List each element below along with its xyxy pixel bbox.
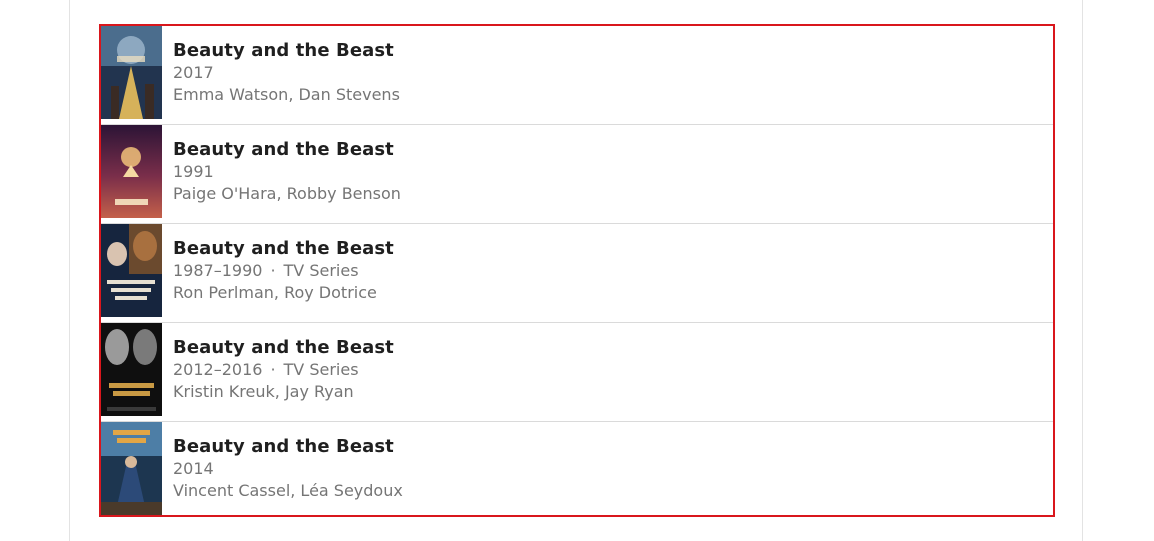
result-cast: Kristin Kreuk, Jay Ryan — [173, 382, 354, 401]
result-cast: Vincent Cassel, Léa Seydoux — [173, 481, 403, 500]
movie-poster-icon[interactable] — [101, 422, 162, 515]
result-meta: 1987–1990 · TV Series — [173, 261, 359, 280]
result-title[interactable]: Beauty and the Beast — [173, 436, 403, 458]
movie-poster-icon[interactable] — [101, 125, 162, 218]
result-year: 1991 — [173, 162, 214, 181]
result-item[interactable]: Beauty and the Beast 2012–2016 · TV Series… — [101, 323, 1053, 422]
result-cast: Paige O'Hara, Robby Benson — [173, 184, 401, 203]
movie-poster-icon[interactable] — [101, 26, 162, 119]
tv-poster-icon[interactable] — [101, 323, 162, 416]
result-title[interactable]: Beauty and the Beast — [173, 238, 394, 260]
result-cast: Emma Watson, Dan Stevens — [173, 85, 400, 104]
result-meta: 2012–2016 · TV Series — [173, 360, 359, 379]
result-year: 2017 — [173, 63, 214, 82]
result-title[interactable]: Beauty and the Beast — [173, 139, 401, 161]
result-title[interactable]: Beauty and the Beast — [173, 337, 394, 359]
result-item[interactable]: Beauty and the Beast 1991 Paige O'Hara, … — [101, 125, 1053, 224]
result-item[interactable]: Beauty and the Beast 2017 Emma Watson, D… — [101, 26, 1053, 125]
result-cast: Ron Perlman, Roy Dotrice — [173, 283, 377, 302]
result-title[interactable]: Beauty and the Beast — [173, 40, 400, 62]
result-item[interactable]: Beauty and the Beast 1987–1990 · TV Series… — [101, 224, 1053, 323]
tv-poster-icon[interactable] — [101, 224, 162, 317]
search-results-list: Beauty and the Beast 2017 Emma Watson, D… — [99, 24, 1055, 517]
result-item[interactable]: Beauty and the Beast 2014 Vincent Cassel… — [101, 422, 1053, 519]
result-year: 2014 — [173, 459, 214, 478]
